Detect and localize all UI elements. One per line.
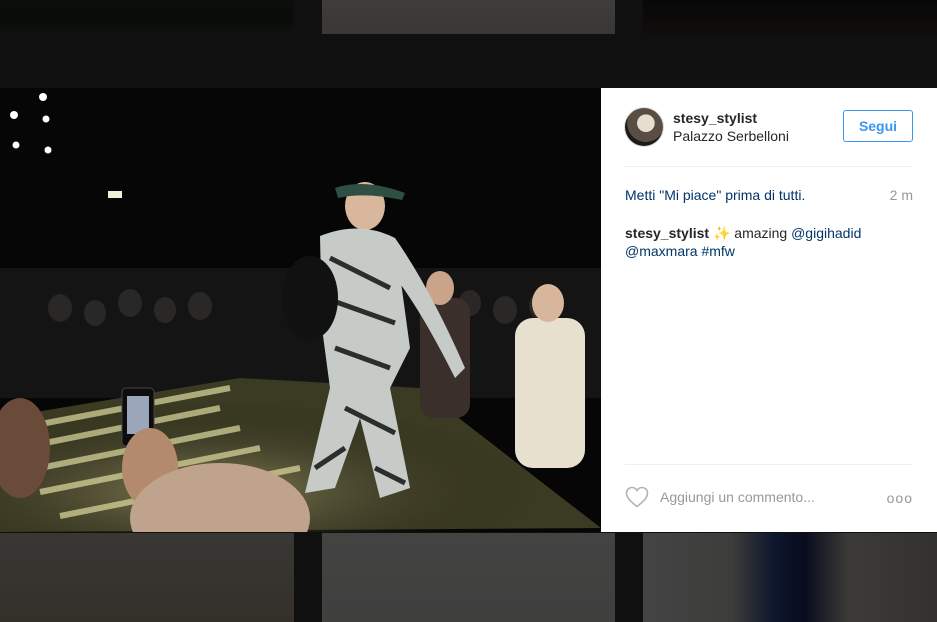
follow-button[interactable]: Segui (843, 110, 913, 142)
caption-text: amazing (730, 225, 792, 241)
location-link[interactable]: Palazzo Serbelloni (673, 128, 789, 144)
post-header: stesy_stylist Palazzo Serbelloni Segui (625, 108, 913, 167)
timestamp[interactable]: 2 m (890, 187, 913, 203)
likes-line: Metti "Mi piace" prima di tutti. 2 m (625, 187, 913, 203)
heart-icon[interactable] (625, 486, 649, 508)
post-modal: stesy_stylist Palazzo Serbelloni Segui M… (0, 88, 937, 532)
comment-input[interactable]: Aggiungi un commento... (660, 489, 815, 505)
sparkle-emoji: ✨ (712, 225, 731, 241)
runway-photo-illustration (0, 88, 601, 532)
divider (625, 464, 913, 465)
more-options-icon[interactable]: ooo (887, 490, 913, 506)
caption-username[interactable]: stesy_stylist (625, 225, 709, 241)
be-first-like-link[interactable]: "Mi piace" prima di tutti. (659, 187, 805, 203)
username-link[interactable]: stesy_stylist (673, 110, 757, 126)
mention-link[interactable]: @maxmara (625, 243, 698, 259)
avatar[interactable] (625, 108, 663, 146)
post-side-panel: stesy_stylist Palazzo Serbelloni Segui M… (601, 88, 937, 532)
hashtag-link[interactable]: #mfw (701, 243, 734, 259)
post-photo[interactable] (0, 88, 601, 532)
likes-prefix: Metti (625, 187, 660, 203)
caption: stesy_stylist ✨ amazing @gigihadid @maxm… (625, 224, 913, 260)
mention-link[interactable]: @gigihadid (791, 225, 861, 241)
